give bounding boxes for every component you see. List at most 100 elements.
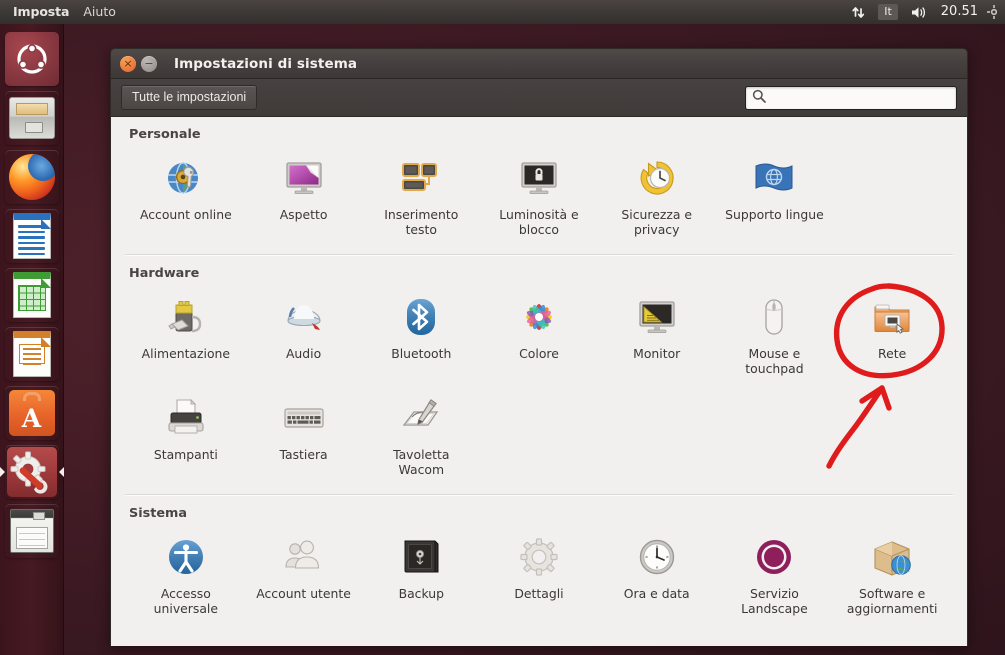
- section-title-personale: Personale: [129, 127, 201, 142]
- close-glyph: ×: [123, 57, 133, 70]
- user-accounts-icon: [280, 533, 328, 581]
- settings-content: Personale Account online Aspetto Inserim…: [111, 117, 967, 646]
- tile-label: Accesso universale: [153, 586, 218, 616]
- firefox-icon: [8, 154, 55, 200]
- tile-grid-personale: Account online Aspetto Inserimento testo…: [127, 148, 951, 245]
- all-settings-button[interactable]: Tutte le impostazioni: [121, 85, 258, 110]
- launcher-item-calc[interactable]: [5, 268, 59, 322]
- unity-launcher: A: [0, 24, 64, 655]
- window-title: Impostazioni di sistema: [174, 55, 358, 72]
- tile-label: Supporto lingue: [725, 207, 824, 222]
- tile-mouse-touchpad[interactable]: Mouse e touchpad: [716, 287, 834, 384]
- section-personale: Personale Account online Aspetto Inserim…: [111, 127, 967, 245]
- keyboard-layout-indicator[interactable]: It: [873, 0, 903, 24]
- launcher-item-firefox[interactable]: [5, 150, 59, 204]
- volume-icon[interactable]: [905, 0, 933, 24]
- window-titlebar[interactable]: × − Impostazioni di sistema: [111, 49, 967, 79]
- tile-servizio-landscape[interactable]: Servizio Landscape: [716, 527, 834, 624]
- tile-software-aggiornamenti[interactable]: Software e aggiornamenti: [833, 527, 951, 624]
- tile-account-utente[interactable]: Account utente: [245, 527, 363, 624]
- tile-ora-data[interactable]: Ora e data: [598, 527, 716, 624]
- close-icon[interactable]: ×: [120, 55, 136, 72]
- software-updates-icon: [868, 533, 916, 581]
- wacom-tablet-icon: [397, 394, 445, 442]
- tile-stampanti[interactable]: Stampanti: [127, 388, 245, 485]
- color-icon: [515, 293, 563, 341]
- tile-grid-hardware: Alimentazione Audio Bluetooth Colore Mon…: [127, 287, 951, 485]
- text-entry-icon: [397, 154, 445, 202]
- language-support-icon: [750, 154, 798, 202]
- tile-sicurezza-privacy[interactable]: Sicurezza e privacy: [598, 148, 716, 245]
- tile-inserimento-testo[interactable]: Inserimento testo: [362, 148, 480, 245]
- tile-tastiera[interactable]: Tastiera: [245, 388, 363, 485]
- top-panel: Imposta Aiuto It 20.51: [0, 0, 1005, 24]
- tile-accesso-universale[interactable]: Accesso universale: [127, 527, 245, 624]
- panel-menu-aiuto[interactable]: Aiuto: [76, 0, 123, 24]
- tile-label: Dettagli: [514, 586, 564, 601]
- tile-label: Software e aggiornamenti: [846, 586, 938, 616]
- panel-menu-impostazioni[interactable]: Imposta: [6, 0, 76, 24]
- launcher-item-software[interactable]: A: [5, 386, 59, 440]
- tile-label: Monitor: [633, 346, 681, 361]
- tile-label: Bluetooth: [391, 346, 452, 361]
- backup-icon: [397, 533, 445, 581]
- tile-label: Servizio Landscape: [741, 586, 808, 616]
- tile-colore[interactable]: Colore: [480, 287, 598, 384]
- tile-monitor[interactable]: Monitor: [598, 287, 716, 384]
- launcher-item-dash[interactable]: [4, 32, 59, 86]
- tile-backup[interactable]: Backup: [362, 527, 480, 624]
- tile-label: Rete: [878, 346, 907, 361]
- libreoffice-calc-icon: [12, 272, 51, 318]
- keyboard-icon: [280, 394, 328, 442]
- tile-label: Audio: [285, 346, 322, 361]
- displays-icon: [633, 293, 681, 341]
- floppy-drive-icon: [9, 509, 54, 553]
- section-sistema: Sistema Accesso universale Account utent…: [111, 506, 967, 624]
- time-date-icon: [633, 533, 681, 581]
- ubuntu-dash-icon: [4, 32, 59, 86]
- tile-rete[interactable]: Rete: [833, 287, 951, 384]
- tile-label: Inserimento testo: [384, 207, 459, 237]
- tile-label: Sicurezza e privacy: [621, 207, 692, 237]
- network-up-down-icon[interactable]: [846, 0, 871, 24]
- section-hardware: Hardware Alimentazione Audio Bluetooth C…: [111, 266, 967, 485]
- tile-label: Mouse e touchpad: [745, 346, 804, 376]
- tile-dettagli[interactable]: Dettagli: [480, 527, 598, 624]
- online-accounts-icon: [162, 154, 210, 202]
- tile-label: Alimentazione: [141, 346, 231, 361]
- launcher-item-device[interactable]: [5, 504, 59, 558]
- launcher-item-files[interactable]: [5, 91, 59, 145]
- system-settings-window: × − Impostazioni di sistema Tutte le imp…: [110, 48, 968, 646]
- tile-luminosita-blocco[interactable]: Luminosità e blocco: [480, 148, 598, 245]
- network-icon: [868, 293, 916, 341]
- launcher-item-system-settings[interactable]: [5, 445, 59, 499]
- tile-account-online[interactable]: Account online: [127, 148, 245, 245]
- tile-bluetooth[interactable]: Bluetooth: [362, 287, 480, 384]
- brightness-lock-icon: [515, 154, 563, 202]
- tile-supporto-lingue[interactable]: Supporto lingue: [716, 148, 834, 245]
- section-divider-1: [125, 254, 953, 255]
- tile-label: Account utente: [256, 586, 351, 601]
- launcher-item-writer[interactable]: [5, 209, 59, 263]
- launcher-item-impress[interactable]: [5, 327, 59, 381]
- search-icon: [752, 88, 766, 107]
- libreoffice-impress-icon: [12, 331, 51, 377]
- libreoffice-writer-icon: [12, 213, 51, 259]
- tile-aspetto[interactable]: Aspetto: [245, 148, 363, 245]
- session-gear-icon[interactable]: [986, 0, 1003, 24]
- sound-icon: [280, 293, 328, 341]
- tile-label: Tastiera: [279, 447, 328, 462]
- tile-audio[interactable]: Audio: [245, 287, 363, 384]
- search-box[interactable]: [745, 85, 957, 110]
- minimize-icon[interactable]: −: [141, 55, 157, 72]
- search-input[interactable]: [773, 90, 950, 105]
- section-divider-2: [125, 494, 953, 495]
- panel-menu-bar: Imposta Aiuto: [0, 0, 123, 24]
- tile-label: Account online: [139, 207, 232, 222]
- clock-indicator[interactable]: 20.51: [935, 0, 984, 24]
- bluetooth-icon: [397, 293, 445, 341]
- tile-alimentazione[interactable]: Alimentazione: [127, 287, 245, 384]
- window-toolbar: Tutte le impostazioni: [111, 79, 967, 117]
- tile-tavoletta-wacom[interactable]: Tavoletta Wacom: [362, 388, 480, 485]
- landscape-service-icon: [750, 533, 798, 581]
